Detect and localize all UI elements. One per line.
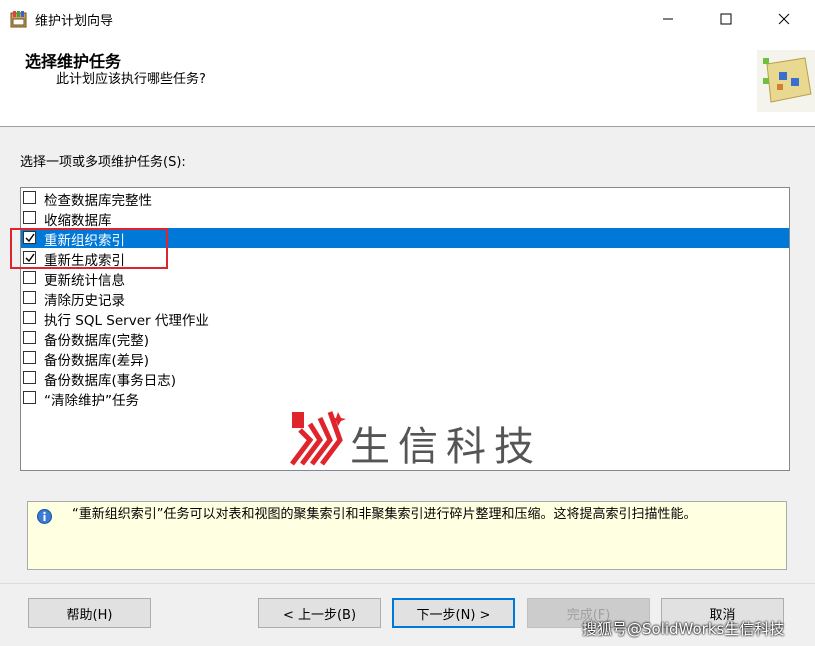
checkbox-unchecked[interactable] xyxy=(23,391,36,404)
checkbox-unchecked[interactable] xyxy=(23,191,36,204)
checkbox-unchecked[interactable] xyxy=(23,271,36,284)
wizard-app-icon xyxy=(10,11,27,28)
watermark-logo-icon xyxy=(290,411,346,466)
task-label: 备份数据库(差异) xyxy=(44,353,150,369)
task-label: 更新统计信息 xyxy=(44,273,125,289)
checkbox-unchecked[interactable] xyxy=(23,211,36,224)
help-button[interactable]: 帮助(H) xyxy=(28,598,151,628)
footer-watermark: 搜狐号@SolidWorks生信科技 xyxy=(582,620,785,638)
page-subtitle: 此计划应该执行哪些任务? xyxy=(56,72,206,87)
task-list-item[interactable]: 备份数据库(差异) xyxy=(21,348,789,369)
close-icon xyxy=(778,13,790,25)
wizard-header: 选择维护任务 此计划应该执行哪些任务? xyxy=(0,38,815,127)
title-bar: 维护计划向导 xyxy=(0,0,815,38)
checkbox-unchecked[interactable] xyxy=(23,311,36,324)
checkmark-icon xyxy=(25,253,35,263)
checkbox-unchecked[interactable] xyxy=(23,331,36,344)
task-list-item[interactable]: 备份数据库(事务日志) xyxy=(21,368,789,389)
task-list-label: 选择一项或多项维护任务(S): xyxy=(20,155,186,170)
task-label: 备份数据库(完整) xyxy=(44,333,150,349)
minimize-icon xyxy=(663,18,673,20)
task-label: 重新组织索引 xyxy=(44,233,125,249)
task-list-item[interactable]: 检查数据库完整性 xyxy=(21,188,789,209)
task-list-item[interactable]: “清除维护”任务 xyxy=(21,388,789,409)
task-label: 检查数据库完整性 xyxy=(44,193,152,209)
checkbox-checked[interactable] xyxy=(23,251,36,264)
checkbox-unchecked[interactable] xyxy=(23,291,36,304)
maximize-icon xyxy=(720,13,732,25)
task-list-item[interactable]: 收缩数据库 xyxy=(21,208,789,229)
next-button[interactable]: 下一步(N) > xyxy=(392,598,515,628)
checkbox-unchecked[interactable] xyxy=(23,351,36,364)
task-list-item[interactable]: 重新生成索引 xyxy=(21,248,789,269)
wizard-banner-icon xyxy=(757,50,815,112)
checkbox-unchecked[interactable] xyxy=(23,371,36,384)
task-label: 清除历史记录 xyxy=(44,293,125,309)
window-title: 维护计划向导 xyxy=(35,14,114,29)
task-description-box: “重新组织索引”任务可以对表和视图的聚集索引和非聚集索引进行碎片整理和压缩。这将… xyxy=(27,501,787,570)
checkbox-checked[interactable] xyxy=(23,231,36,244)
maximize-button[interactable] xyxy=(703,0,749,38)
task-list-item[interactable]: 执行 SQL Server 代理作业 xyxy=(21,308,789,329)
task-label: 收缩数据库 xyxy=(44,213,112,229)
task-label: 执行 SQL Server 代理作业 xyxy=(44,313,209,329)
task-label: “清除维护”任务 xyxy=(44,393,139,409)
watermark-text: 生信科技 xyxy=(350,424,542,470)
task-list-item[interactable]: 更新统计信息 xyxy=(21,268,789,289)
task-label: 备份数据库(事务日志) xyxy=(44,373,177,389)
minimize-button[interactable] xyxy=(645,0,691,38)
task-list-item[interactable]: 备份数据库(完整) xyxy=(21,328,789,349)
watermark-logo: 生信科技 xyxy=(290,410,560,470)
close-button[interactable] xyxy=(761,0,807,38)
task-label: 重新生成索引 xyxy=(44,253,125,269)
checkmark-icon xyxy=(25,233,35,243)
back-button[interactable]: < 上一步(B) xyxy=(258,598,381,628)
info-icon xyxy=(37,509,52,524)
footer-divider xyxy=(0,583,815,584)
task-description-text: “重新组织索引”任务可以对表和视图的聚集索引和非聚集索引进行碎片整理和压缩。这将… xyxy=(72,507,697,522)
task-list-item[interactable]: 清除历史记录 xyxy=(21,288,789,309)
task-list-item[interactable]: 重新组织索引 xyxy=(21,228,789,249)
